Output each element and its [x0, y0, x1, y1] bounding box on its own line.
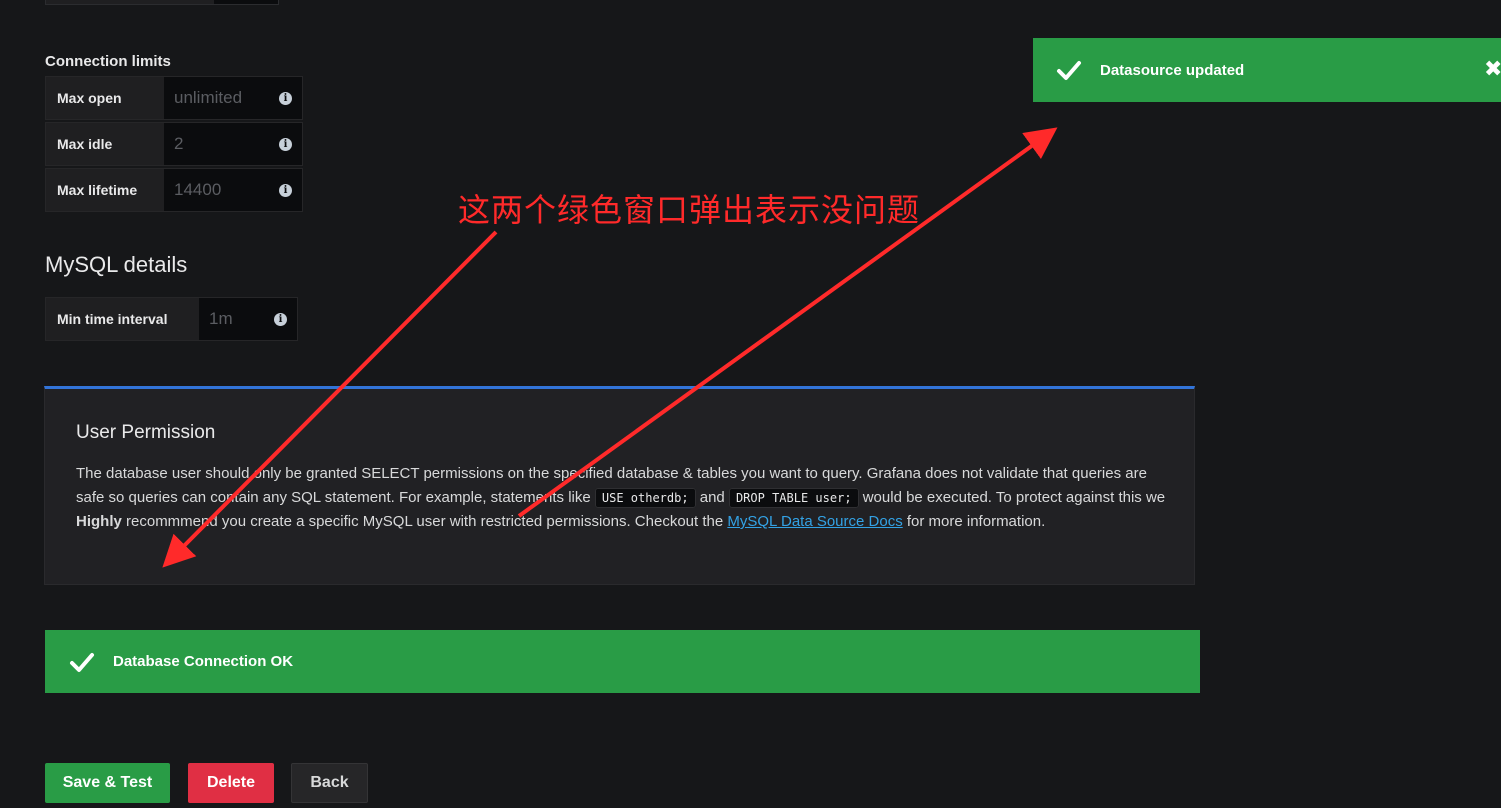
max-lifetime-label: Max lifetime	[46, 169, 164, 211]
info-icon[interactable]: i	[279, 183, 292, 197]
min-time-interval-row: Min time interval 1m i	[45, 297, 298, 341]
max-idle-label: Max idle	[46, 123, 164, 165]
db-connection-ok-alert: Database Connection OK	[45, 630, 1200, 693]
max-idle-placeholder: 2	[174, 134, 184, 153]
permission-text-part: for more information.	[902, 513, 1046, 530]
datasource-updated-toast: Datasource updated ✖	[1033, 38, 1501, 102]
max-open-input[interactable]: unlimited i	[164, 77, 302, 119]
db-connection-ok-text: Database Connection OK	[113, 653, 294, 670]
code-use-otherdb: USE otherdb;	[594, 488, 696, 508]
user-permission-title: User Permission	[76, 422, 216, 443]
mysql-details-heading: MySQL details	[45, 252, 188, 277]
max-open-placeholder: unlimited	[174, 88, 243, 107]
datasource-updated-text: Datasource updated	[1100, 61, 1245, 79]
info-icon[interactable]: i	[279, 137, 292, 151]
delete-button[interactable]: Delete	[188, 763, 274, 803]
min-time-interval-input[interactable]: 1m i	[199, 298, 297, 340]
min-time-interval-label: Min time interval	[46, 298, 199, 340]
max-open-row: Max open unlimited i	[45, 76, 303, 120]
max-idle-input[interactable]: 2 i	[164, 123, 302, 165]
annotation-text: 这两个绿色窗口弹出表示没问题	[458, 191, 921, 229]
close-icon[interactable]: ✖	[1484, 56, 1501, 82]
max-lifetime-input[interactable]: 14400 i	[164, 169, 302, 211]
min-time-interval-placeholder: 1m	[209, 309, 233, 328]
check-icon	[1057, 61, 1081, 80]
permission-text-part: recommmend you create a specific MySQL u…	[121, 513, 728, 530]
user-permission-panel: User Permission The database user should…	[44, 386, 1195, 585]
permission-text-part: and	[695, 489, 729, 506]
highly-emphasis: Highly	[76, 513, 122, 530]
user-permission-text: The database user should only be granted…	[76, 462, 1166, 534]
permission-text-part: would be executed. To protect against th…	[858, 489, 1166, 506]
check-icon	[70, 652, 94, 672]
max-lifetime-row: Max lifetime 14400 i	[45, 168, 303, 212]
max-open-label: Max open	[46, 77, 164, 119]
info-icon[interactable]: i	[274, 312, 287, 326]
mysql-docs-link[interactable]: MySQL Data Source Docs	[727, 513, 902, 530]
code-drop-table: DROP TABLE user;	[728, 488, 859, 508]
connection-limits-heading: Connection limits	[45, 53, 171, 70]
previous-field-stub	[45, 0, 279, 5]
max-lifetime-placeholder: 14400	[174, 180, 222, 199]
max-idle-row: Max idle 2 i	[45, 122, 303, 166]
back-button[interactable]: Back	[291, 763, 368, 803]
save-test-button[interactable]: Save & Test	[45, 763, 170, 803]
info-icon[interactable]: i	[279, 91, 292, 105]
